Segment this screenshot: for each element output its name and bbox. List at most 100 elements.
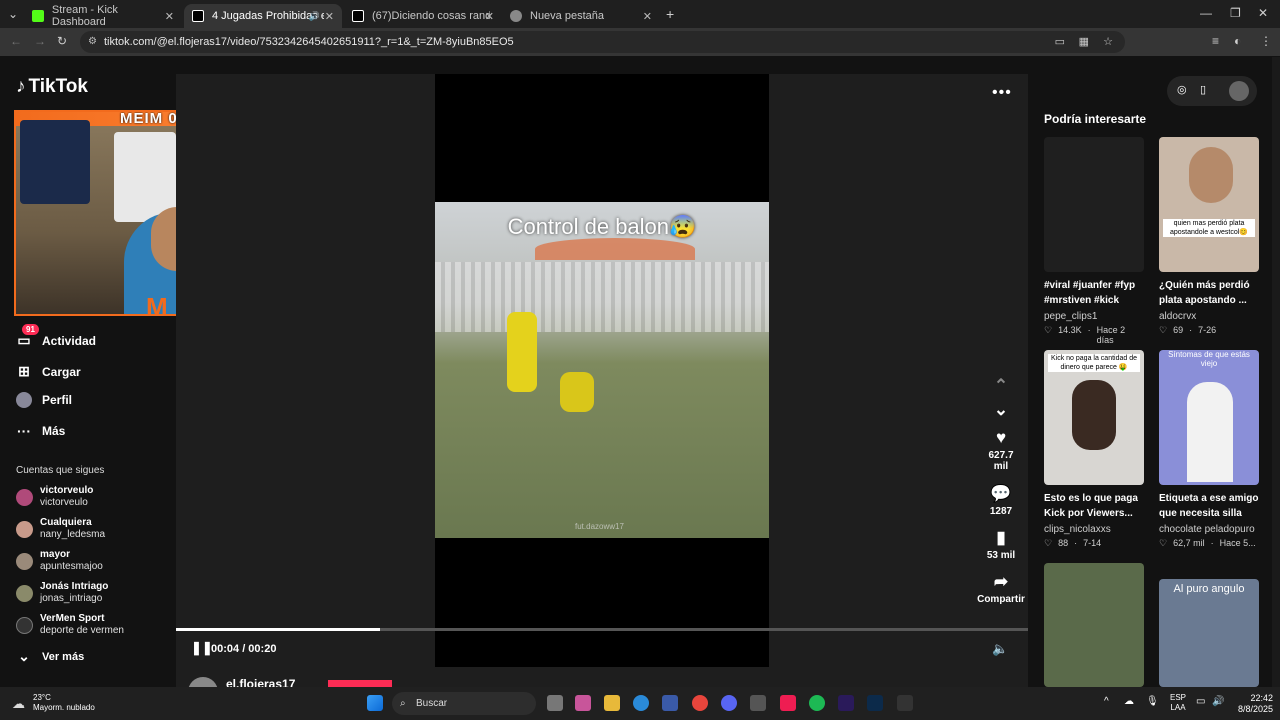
recommendation-card[interactable]: Síntomas de que estás viejo Etiqueta a e… <box>1159 350 1259 549</box>
avatar[interactable] <box>1229 81 1249 101</box>
tab-list-icon[interactable]: ⌄ <box>8 7 18 21</box>
close-window-icon[interactable]: ✕ <box>1258 6 1268 20</box>
address-bar[interactable]: ⚙ tiktok.com/@el.flojeras17/video/753234… <box>80 31 1125 53</box>
compass-icon[interactable]: ◎ <box>1177 83 1187 96</box>
video-thumbnail[interactable] <box>1044 563 1144 687</box>
next-video-button[interactable]: ⌄ <box>981 400 1021 422</box>
windows-start-icon[interactable] <box>367 695 383 711</box>
previous-video-button[interactable]: ⌃ <box>981 376 1021 398</box>
tab-kick-dashboard[interactable]: Stream - Kick Dashboard ✕ <box>24 4 182 28</box>
close-icon[interactable]: ✕ <box>165 10 174 23</box>
recommendation-card[interactable]: Al puro angulo <box>1159 579 1259 687</box>
progress-bar[interactable] <box>176 628 1028 631</box>
close-icon[interactable]: ✕ <box>643 10 652 23</box>
chevron-up-icon[interactable]: ^ <box>1104 696 1109 707</box>
page-scrollbar[interactable] <box>1272 57 1280 687</box>
translate-icon[interactable]: ▦ <box>1079 31 1089 53</box>
cast-icon[interactable]: ▭ <box>1055 31 1065 53</box>
recommendation-card[interactable]: Kick no paga la cantidad de dinero que p… <box>1044 350 1144 549</box>
back-icon[interactable]: ← <box>10 34 22 48</box>
card-title: ¿Quién más perdió plata apostando ... <box>1159 280 1250 306</box>
premiere-icon[interactable] <box>838 695 854 711</box>
tab-new-tab[interactable]: Nueva pestaña ✕ <box>502 4 660 28</box>
site-info-icon[interactable]: ⚙ <box>88 31 97 53</box>
photoshop-icon[interactable] <box>867 695 883 711</box>
volume-icon[interactable]: 🔊 <box>1212 696 1224 707</box>
share-button[interactable]: ➦ Compartir <box>973 572 1029 605</box>
recommendation-card[interactable]: quien mas perdió plata apostandole a wes… <box>1159 137 1259 336</box>
comment-button[interactable]: 💬 1287 <box>981 484 1021 517</box>
tiktok-icon[interactable] <box>780 695 796 711</box>
weather-widget[interactable]: 23°C Mayorm. nublado <box>33 693 95 713</box>
tab-tiktok-random[interactable]: (67)Diciendo cosas random y e ✕ <box>344 4 502 28</box>
system-clock[interactable]: 22:42 8/8/2025 <box>1238 693 1273 715</box>
bookmark-star-icon[interactable]: ☆ <box>1103 31 1113 53</box>
author-preview[interactable]: el.flojeras17 <box>176 677 1028 687</box>
clock-time: 22:42 <box>1250 693 1274 703</box>
file-explorer-icon[interactable] <box>604 695 620 711</box>
spotify-icon[interactable] <box>809 695 825 711</box>
recommendations-title: Podría interesarte <box>1044 112 1147 126</box>
see-more-button[interactable]: ⌄ Ver más <box>16 648 84 665</box>
video-thumbnail[interactable]: quien mas perdió plata apostandole a wes… <box>1159 137 1259 272</box>
forward-icon[interactable]: → <box>34 34 46 48</box>
recommendation-card[interactable] <box>1044 563 1144 687</box>
card-meta: ♡ 14.3K · Hace 2 días <box>1044 325 1144 345</box>
reload-icon[interactable]: ↻ <box>57 34 67 48</box>
player-figure <box>560 372 594 412</box>
following-account[interactable]: victorveulo victorveulo <box>16 485 93 509</box>
copilot-icon[interactable] <box>575 695 591 711</box>
microphone-icon[interactable]: 🎙 <box>1146 696 1159 707</box>
profile-icon[interactable]: ◐ <box>1234 34 1241 48</box>
store-icon[interactable] <box>662 695 678 711</box>
tab-tiktok-video[interactable]: 4 Jugadas Prohibidas en Fú 🔊 ✕ <box>184 4 342 28</box>
follow-button[interactable] <box>328 680 392 687</box>
device-icon[interactable]: ▯ <box>1200 83 1206 96</box>
close-icon[interactable]: ✕ <box>325 10 334 23</box>
following-account[interactable]: mayor apuntesmajoo <box>16 549 103 573</box>
search-label: Buscar <box>416 698 448 709</box>
video-thumbnail[interactable] <box>1044 137 1144 272</box>
following-account[interactable]: VerMen Sport deporte de vermen <box>16 613 124 637</box>
media-control-icon[interactable]: ≡ <box>1212 34 1219 48</box>
nav-profile[interactable]: Perfil <box>16 392 72 408</box>
volume-icon[interactable]: 🔈 <box>992 641 1008 657</box>
video-thumbnail[interactable]: Kick no paga la cantidad de dinero que p… <box>1044 350 1144 485</box>
nav-activity[interactable]: ▭ 91 Actividad <box>16 324 96 349</box>
tab-label: 4 Jugadas Prohibidas en Fú <box>212 10 324 22</box>
video-thumbnail[interactable]: Síntomas de que estás viejo <box>1159 350 1259 485</box>
video-thumbnail[interactable]: Al puro angulo <box>1159 579 1259 687</box>
network-icon[interactable]: ▭ <box>1196 696 1205 707</box>
language-indicator[interactable]: ESP LAA <box>1170 693 1186 713</box>
video-player[interactable]: Control de balon😰 fut.dazoww17 ••• ⌃ ⌄ ♥… <box>176 74 1028 687</box>
tiktok-logo[interactable]: ♪ TikTok <box>16 76 88 98</box>
minimize-icon[interactable]: — <box>1200 6 1212 20</box>
discord-icon[interactable] <box>721 695 737 711</box>
account-username: victorveulo <box>40 497 88 508</box>
nav-more[interactable]: ··· Más <box>16 423 65 439</box>
task-view-icon[interactable] <box>547 695 563 711</box>
like-button[interactable]: ♥ 627.7 mil <box>981 428 1021 472</box>
cloud-icon[interactable]: ☁ <box>1124 696 1134 707</box>
app-icon[interactable] <box>750 695 766 711</box>
pause-icon[interactable]: ❚❚ <box>191 640 213 656</box>
bookmark-icon: ▮ <box>996 528 1006 547</box>
save-button[interactable]: ▮ 53 mil <box>981 528 1021 561</box>
nav-upload[interactable]: ⊞ Cargar <box>16 363 81 380</box>
browser-menu-icon[interactable]: ⋮ <box>1260 34 1272 48</box>
more-options-icon[interactable]: ••• <box>992 84 1012 102</box>
maximize-icon[interactable]: ❐ <box>1230 6 1241 20</box>
taskbar-search[interactable]: ⌕ Buscar <box>392 692 536 715</box>
close-icon[interactable]: ✕ <box>485 10 494 23</box>
new-tab-icon[interactable]: + <box>666 6 674 22</box>
capcut-icon[interactable] <box>897 695 913 711</box>
edge-icon[interactable] <box>633 695 649 711</box>
card-likes: 14.3K <box>1058 325 1082 335</box>
following-account[interactable]: Jonás Intriago jonas_intriago <box>16 581 108 605</box>
video-frame[interactable]: Control de balon😰 fut.dazoww17 <box>435 202 769 538</box>
chevron-up-icon: ⌃ <box>993 376 1009 395</box>
speaker-icon[interactable]: 🔊 <box>309 11 320 22</box>
chrome-icon[interactable] <box>692 695 708 711</box>
following-account[interactable]: Cualquiera nany_ledesma <box>16 517 105 541</box>
recommendation-card[interactable]: #viral #juanfer #fyp #mrstiven #kick pep… <box>1044 137 1144 345</box>
